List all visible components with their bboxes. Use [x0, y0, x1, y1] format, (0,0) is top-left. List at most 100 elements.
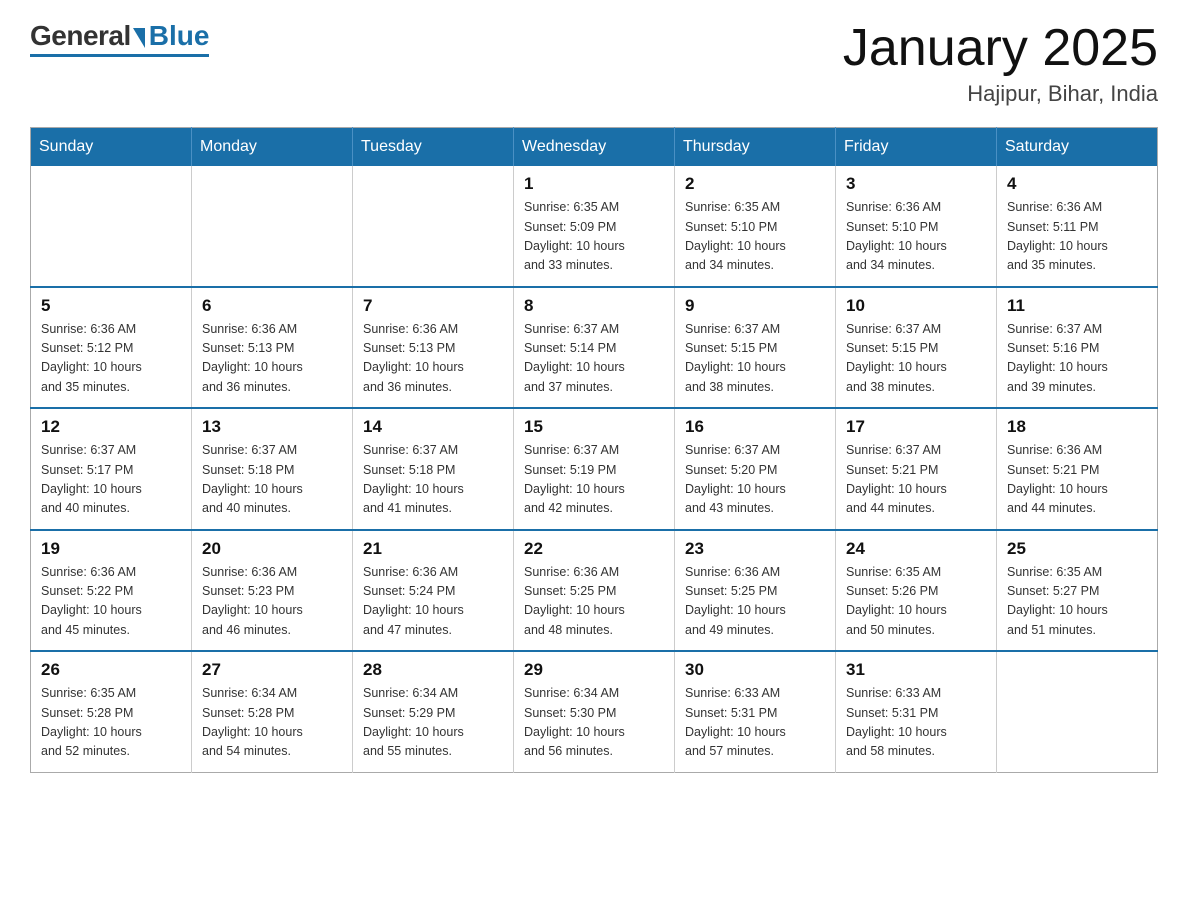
day-info: Sunrise: 6:37 AMSunset: 5:14 PMDaylight:… — [524, 320, 664, 398]
page-header: General Blue January 2025 Hajipur, Bihar… — [30, 20, 1158, 107]
day-info: Sunrise: 6:33 AMSunset: 5:31 PMDaylight:… — [846, 684, 986, 762]
calendar-cell: 25Sunrise: 6:35 AMSunset: 5:27 PMDayligh… — [997, 530, 1158, 652]
calendar-header-wednesday: Wednesday — [514, 128, 675, 167]
day-info: Sunrise: 6:36 AMSunset: 5:12 PMDaylight:… — [41, 320, 181, 398]
title-section: January 2025 Hajipur, Bihar, India — [843, 20, 1158, 107]
calendar-cell: 19 Sunrise: 6:36 AMSunset: 5:22 PMDayligh… — [31, 530, 192, 652]
calendar-header-thursday: Thursday — [675, 128, 836, 167]
day-number: 20 — [202, 539, 342, 559]
day-info: Sunrise: 6:37 AMSunset: 5:17 PMDaylight:… — [41, 441, 181, 519]
day-info: Sunrise: 6:36 AMSunset: 5:21 PMDaylight:… — [1007, 441, 1147, 519]
calendar-cell: 7 Sunrise: 6:36 AMSunset: 5:13 PMDaylight… — [353, 287, 514, 409]
calendar-cell: 28 Sunrise: 6:34 AMSunset: 5:29 PMDayligh… — [353, 651, 514, 772]
day-info: Sunrise: 6:36 AMSunset: 5:22 PMDaylight:… — [41, 563, 181, 641]
day-number: 12 — [41, 417, 181, 437]
day-number: 14 — [363, 417, 503, 437]
calendar-week-row: 1 Sunrise: 6:35 AMSunset: 5:09 PMDaylight… — [31, 166, 1158, 287]
day-info: Sunrise: 6:35 AMSunset: 5:26 PMDaylight:… — [846, 563, 986, 641]
day-info: Sunrise: 6:36 AMSunset: 5:11 PMDaylight:… — [1007, 198, 1147, 276]
calendar-cell — [353, 166, 514, 287]
day-info: Sunrise: 6:37 AMSunset: 5:15 PMDaylight:… — [685, 320, 825, 398]
day-number: 23 — [685, 539, 825, 559]
day-info: Sunrise: 6:37 AMSunset: 5:21 PMDaylight:… — [846, 441, 986, 519]
calendar-cell: 13 Sunrise: 6:37 AMSunset: 5:18 PMDayligh… — [192, 408, 353, 530]
day-info: Sunrise: 6:37 AMSunset: 5:15 PMDaylight:… — [846, 320, 986, 398]
day-number: 8 — [524, 296, 664, 316]
calendar-cell: 31 Sunrise: 6:33 AMSunset: 5:31 PMDayligh… — [836, 651, 997, 772]
day-number: 5 — [41, 296, 181, 316]
logo: General Blue — [30, 20, 209, 57]
calendar-table: SundayMondayTuesdayWednesdayThursdayFrid… — [30, 127, 1158, 773]
logo-blue-text: Blue — [149, 20, 210, 52]
day-number: 31 — [846, 660, 986, 680]
calendar-week-row: 12 Sunrise: 6:37 AMSunset: 5:17 PMDayligh… — [31, 408, 1158, 530]
day-number: 18 — [1007, 417, 1147, 437]
calendar-cell: 6 Sunrise: 6:36 AMSunset: 5:13 PMDaylight… — [192, 287, 353, 409]
calendar-week-row: 26Sunrise: 6:35 AMSunset: 5:28 PMDayligh… — [31, 651, 1158, 772]
calendar-cell — [997, 651, 1158, 772]
day-number: 4 — [1007, 174, 1147, 194]
calendar-cell — [31, 166, 192, 287]
calendar-cell: 9 Sunrise: 6:37 AMSunset: 5:15 PMDaylight… — [675, 287, 836, 409]
day-number: 6 — [202, 296, 342, 316]
calendar-cell: 22 Sunrise: 6:36 AMSunset: 5:25 PMDayligh… — [514, 530, 675, 652]
day-number: 1 — [524, 174, 664, 194]
day-number: 7 — [363, 296, 503, 316]
calendar-cell: 11 Sunrise: 6:37 AMSunset: 5:16 PMDayligh… — [997, 287, 1158, 409]
calendar-cell: 5 Sunrise: 6:36 AMSunset: 5:12 PMDaylight… — [31, 287, 192, 409]
day-info: Sunrise: 6:36 AMSunset: 5:25 PMDaylight:… — [685, 563, 825, 641]
day-number: 29 — [524, 660, 664, 680]
calendar-cell: 29 Sunrise: 6:34 AMSunset: 5:30 PMDayligh… — [514, 651, 675, 772]
calendar-header-tuesday: Tuesday — [353, 128, 514, 167]
day-number: 22 — [524, 539, 664, 559]
day-info: Sunrise: 6:37 AMSunset: 5:18 PMDaylight:… — [202, 441, 342, 519]
calendar-cell — [192, 166, 353, 287]
day-info: Sunrise: 6:33 AMSunset: 5:31 PMDaylight:… — [685, 684, 825, 762]
day-info: Sunrise: 6:34 AMSunset: 5:29 PMDaylight:… — [363, 684, 503, 762]
calendar-cell: 26Sunrise: 6:35 AMSunset: 5:28 PMDayligh… — [31, 651, 192, 772]
calendar-cell: 3 Sunrise: 6:36 AMSunset: 5:10 PMDaylight… — [836, 166, 997, 287]
day-number: 13 — [202, 417, 342, 437]
day-number: 19 — [41, 539, 181, 559]
calendar-cell: 30 Sunrise: 6:33 AMSunset: 5:31 PMDayligh… — [675, 651, 836, 772]
day-info: Sunrise: 6:36 AMSunset: 5:13 PMDaylight:… — [363, 320, 503, 398]
day-info: Sunrise: 6:36 AMSunset: 5:25 PMDaylight:… — [524, 563, 664, 641]
day-info: Sunrise: 6:35 AMSunset: 5:28 PMDaylight:… — [41, 684, 181, 762]
day-info: Sunrise: 6:36 AMSunset: 5:10 PMDaylight:… — [846, 198, 986, 276]
day-number: 16 — [685, 417, 825, 437]
calendar-cell: 20 Sunrise: 6:36 AMSunset: 5:23 PMDayligh… — [192, 530, 353, 652]
logo-triangle-icon — [133, 28, 145, 48]
calendar-cell: 27Sunrise: 6:34 AMSunset: 5:28 PMDayligh… — [192, 651, 353, 772]
day-number: 27 — [202, 660, 342, 680]
day-number: 10 — [846, 296, 986, 316]
calendar-cell: 2 Sunrise: 6:35 AMSunset: 5:10 PMDaylight… — [675, 166, 836, 287]
day-info: Sunrise: 6:36 AMSunset: 5:24 PMDaylight:… — [363, 563, 503, 641]
calendar-header-friday: Friday — [836, 128, 997, 167]
day-info: Sunrise: 6:36 AMSunset: 5:23 PMDaylight:… — [202, 563, 342, 641]
day-number: 2 — [685, 174, 825, 194]
day-number: 11 — [1007, 296, 1147, 316]
calendar-cell: 24 Sunrise: 6:35 AMSunset: 5:26 PMDayligh… — [836, 530, 997, 652]
day-number: 3 — [846, 174, 986, 194]
day-info: Sunrise: 6:35 AMSunset: 5:10 PMDaylight:… — [685, 198, 825, 276]
calendar-week-row: 19 Sunrise: 6:36 AMSunset: 5:22 PMDayligh… — [31, 530, 1158, 652]
day-info: Sunrise: 6:37 AMSunset: 5:20 PMDaylight:… — [685, 441, 825, 519]
calendar-cell: 8 Sunrise: 6:37 AMSunset: 5:14 PMDaylight… — [514, 287, 675, 409]
calendar-cell: 10 Sunrise: 6:37 AMSunset: 5:15 PMDayligh… — [836, 287, 997, 409]
day-number: 30 — [685, 660, 825, 680]
day-info: Sunrise: 6:35 AMSunset: 5:09 PMDaylight:… — [524, 198, 664, 276]
day-number: 9 — [685, 296, 825, 316]
calendar-cell: 23 Sunrise: 6:36 AMSunset: 5:25 PMDayligh… — [675, 530, 836, 652]
calendar-cell: 21Sunrise: 6:36 AMSunset: 5:24 PMDayligh… — [353, 530, 514, 652]
day-info: Sunrise: 6:34 AMSunset: 5:30 PMDaylight:… — [524, 684, 664, 762]
day-info: Sunrise: 6:36 AMSunset: 5:13 PMDaylight:… — [202, 320, 342, 398]
day-info: Sunrise: 6:37 AMSunset: 5:19 PMDaylight:… — [524, 441, 664, 519]
day-info: Sunrise: 6:37 AMSunset: 5:16 PMDaylight:… — [1007, 320, 1147, 398]
calendar-cell: 15Sunrise: 6:37 AMSunset: 5:19 PMDayligh… — [514, 408, 675, 530]
day-number: 17 — [846, 417, 986, 437]
calendar-week-row: 5 Sunrise: 6:36 AMSunset: 5:12 PMDaylight… — [31, 287, 1158, 409]
day-number: 24 — [846, 539, 986, 559]
calendar-cell: 1 Sunrise: 6:35 AMSunset: 5:09 PMDaylight… — [514, 166, 675, 287]
location-subtitle: Hajipur, Bihar, India — [843, 81, 1158, 107]
day-number: 28 — [363, 660, 503, 680]
